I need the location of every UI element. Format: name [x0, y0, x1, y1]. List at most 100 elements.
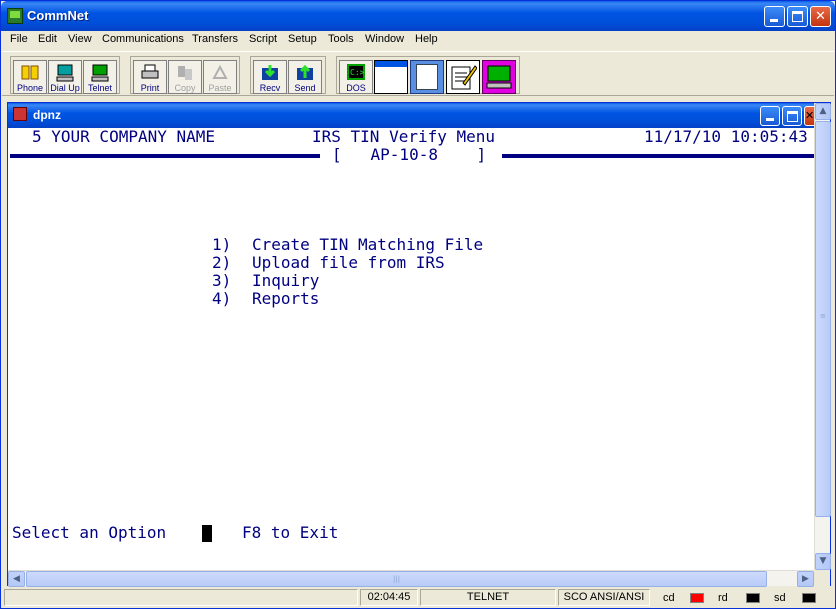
- close-button[interactable]: ✕: [810, 6, 831, 27]
- minimize-icon: [766, 118, 774, 121]
- dos-prompt-icon: C:>: [347, 64, 365, 80]
- vertical-scroll-thumb[interactable]: ≡: [815, 121, 831, 517]
- date-time: 11/17/10 10:05:43: [644, 128, 808, 146]
- option-number: 1): [212, 235, 232, 254]
- svg-text:C:>: C:>: [350, 68, 365, 77]
- recv-label: Recv: [259, 83, 281, 93]
- text-cursor: [202, 525, 212, 542]
- menu-tools[interactable]: Tools: [328, 33, 354, 45]
- copy-icon: [178, 66, 192, 80]
- dos-button[interactable]: C:> DOS: [339, 60, 373, 94]
- menu-edit[interactable]: Edit: [38, 33, 57, 45]
- telnet-button[interactable]: Telnet: [83, 60, 117, 94]
- vertical-scrollbar[interactable]: ▲ ≡ ▼: [814, 103, 831, 570]
- commnet-app-icon: [7, 8, 23, 24]
- status-message-panel: [4, 589, 358, 606]
- menu-bar: File Edit View Communications Transfers …: [2, 31, 834, 50]
- horizontal-scroll-thumb[interactable]: |||: [26, 571, 767, 587]
- notepad-button[interactable]: [410, 60, 444, 94]
- edit-group: Print Copy Paste: [130, 56, 240, 94]
- maximize-button[interactable]: [787, 6, 808, 27]
- option-reports[interactable]: Reports: [252, 290, 319, 308]
- status-time: 02:04:45: [360, 589, 418, 606]
- scroll-up-icon[interactable]: ▲: [815, 103, 831, 120]
- pencil-pad-icon: [451, 65, 477, 90]
- phonebook-icon: [21, 65, 39, 80]
- maximize-icon: [792, 11, 803, 22]
- session-maximize-button[interactable]: [782, 106, 802, 126]
- printer-icon: [141, 64, 159, 79]
- phone-label: Phone: [16, 83, 44, 93]
- session-button[interactable]: [482, 60, 516, 94]
- company-name: 5 YOUR COMPANY NAME: [32, 128, 216, 146]
- scroll-right-icon[interactable]: ▶: [797, 571, 814, 587]
- paste-label: Paste: [208, 83, 232, 93]
- menu-script[interactable]: Script: [249, 33, 277, 45]
- title-bar[interactable]: CommNet ✕: [1, 1, 835, 31]
- connect-group: Phone Dial Up Telnet: [10, 56, 120, 94]
- menu-transfers[interactable]: Transfers: [192, 33, 238, 45]
- grip-icon: |||: [393, 575, 401, 583]
- tools-group: C:> DOS: [336, 56, 520, 94]
- paste-button[interactable]: Paste: [203, 60, 237, 94]
- window-button[interactable]: [374, 60, 408, 94]
- dos-label: DOS: [346, 83, 366, 93]
- minimize-icon: [770, 19, 778, 22]
- editor-button[interactable]: [446, 60, 480, 94]
- terminal-screen[interactable]: 5 YOUR COMPANY NAME IRS TIN Verify Menu …: [8, 128, 814, 570]
- menu-communications[interactable]: Communications: [102, 33, 184, 45]
- session-icon: [13, 107, 27, 121]
- menu-view[interactable]: View: [68, 33, 92, 45]
- computer-icon: [56, 64, 74, 82]
- session-minimize-button[interactable]: [760, 106, 780, 126]
- phone-button[interactable]: Phone: [13, 60, 47, 94]
- maximize-icon: [787, 111, 798, 122]
- indicator-cd-light: [690, 593, 704, 603]
- send-icon: [297, 64, 313, 80]
- print-label: Print: [140, 83, 160, 93]
- monitor-icon: [486, 65, 512, 89]
- copy-button[interactable]: Copy: [168, 60, 202, 94]
- session-window: dpnz ✕ 5 YOUR COMPANY NAME IRS TIN Verif…: [7, 102, 831, 587]
- option-inquiry[interactable]: Inquiry: [252, 272, 319, 290]
- transfer-group: Recv Send: [250, 56, 326, 94]
- option-create-tin-file[interactable]: Create TIN Matching File: [252, 236, 483, 254]
- toolbar: Phone Dial Up Telnet Print Copy Paste Re…: [2, 51, 834, 96]
- dialup-button[interactable]: Dial Up: [48, 60, 82, 94]
- notepad-icon: [416, 64, 438, 90]
- menu-window[interactable]: Window: [365, 33, 404, 45]
- indicator-sd-light: [802, 593, 816, 603]
- menu-setup[interactable]: Setup: [288, 33, 317, 45]
- option-upload-irs-file[interactable]: Upload file from IRS: [252, 254, 445, 272]
- indicator-rd-light: [746, 593, 760, 603]
- grip-icon: ≡: [820, 312, 826, 320]
- menu-title: IRS TIN Verify Menu: [312, 128, 496, 146]
- menu-help[interactable]: Help: [415, 33, 438, 45]
- option-number: 2): [212, 253, 232, 272]
- menu-file[interactable]: File: [10, 33, 28, 45]
- receive-icon: [262, 65, 278, 80]
- telnet-label: Telnet: [87, 83, 113, 93]
- window-title: CommNet: [27, 8, 89, 23]
- session-title-bar[interactable]: dpnz ✕: [8, 103, 830, 128]
- status-bar: 02:04:45 TELNET SCO ANSI/ANSI cd rd sd: [2, 588, 834, 608]
- option-prompt: Select an Option: [12, 523, 167, 542]
- send-label: Send: [294, 83, 316, 93]
- dialup-label: Dial Up: [50, 83, 80, 93]
- print-button[interactable]: Print: [133, 60, 167, 94]
- option-number: 4): [212, 289, 232, 308]
- indicator-cd-label: cd: [663, 592, 675, 604]
- program-id: [ AP-10-8 ]: [332, 145, 487, 164]
- scroll-down-icon[interactable]: ▼: [815, 553, 831, 570]
- recv-button[interactable]: Recv: [253, 60, 287, 94]
- scroll-left-icon[interactable]: ◀: [8, 571, 25, 587]
- minimize-button[interactable]: [764, 6, 785, 27]
- size-grip: [814, 570, 830, 586]
- header-rule-left: [10, 154, 320, 158]
- copy-label: Copy: [174, 83, 196, 93]
- send-button[interactable]: Send: [288, 60, 322, 94]
- window-icon: [375, 61, 407, 67]
- option-number: 3): [212, 271, 232, 290]
- horizontal-scrollbar[interactable]: ◀ ||| ▶: [8, 570, 814, 587]
- exit-hint: F8 to Exit: [242, 523, 339, 542]
